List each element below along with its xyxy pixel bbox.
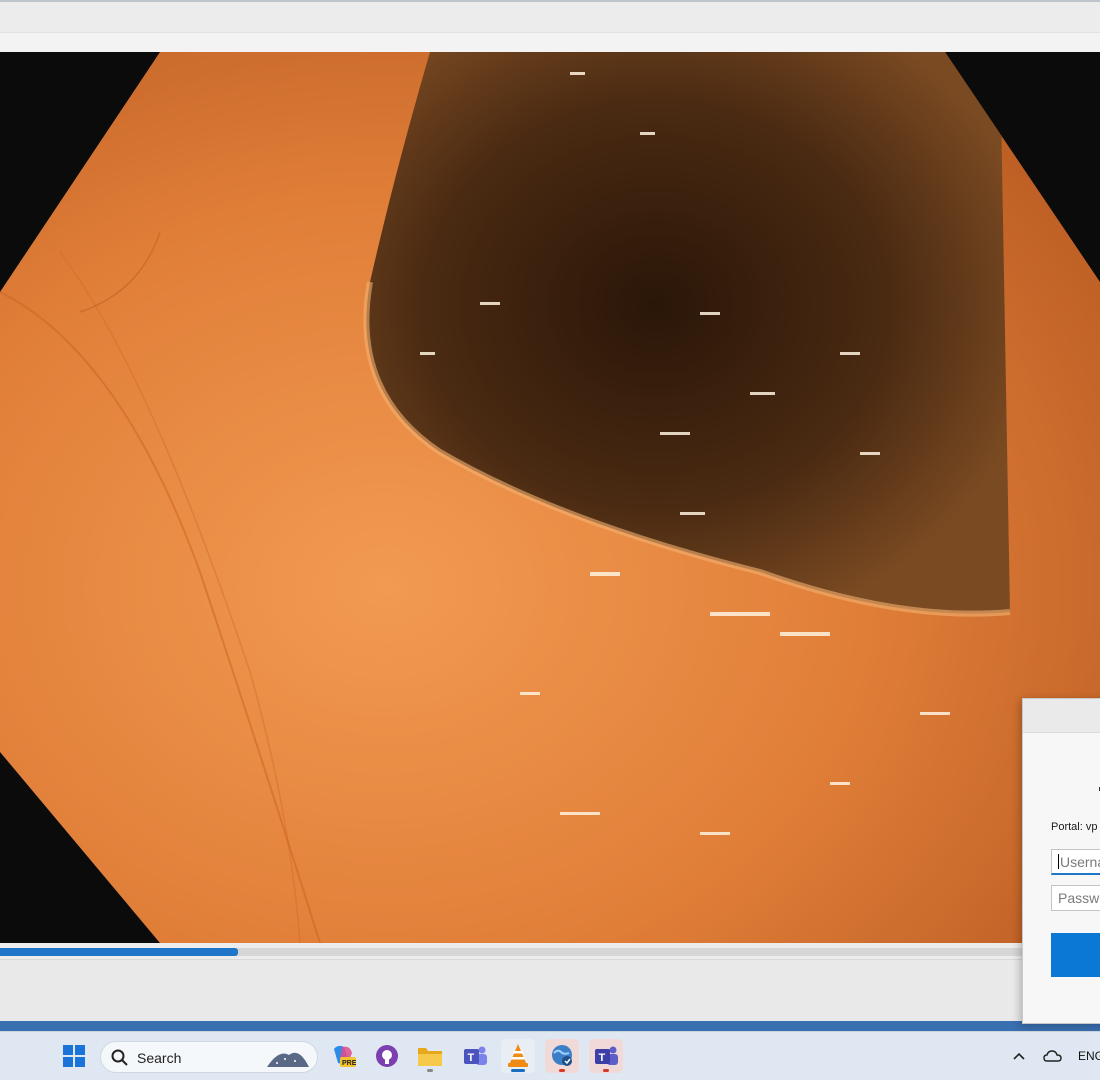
svg-text:T: T: [599, 1052, 606, 1064]
show-hidden-icons-button[interactable]: [1004, 1039, 1034, 1073]
search-icon: [111, 1049, 128, 1066]
browser-icon: [552, 1045, 572, 1066]
copilot-pre-icon: PRE: [334, 1045, 356, 1067]
taskbar-teams-new[interactable]: T: [589, 1039, 623, 1073]
teams-new-icon: T: [595, 1046, 618, 1065]
chevron-up-icon: [1013, 1052, 1025, 1060]
running-indicator: [427, 1069, 433, 1072]
window-bottom-edge: [0, 1021, 1100, 1031]
taskbar-copilot[interactable]: PRE: [326, 1039, 360, 1073]
username-field[interactable]: Userna: [1051, 849, 1100, 875]
taskbar-github[interactable]: [370, 1039, 404, 1073]
connect-button[interactable]: [1051, 933, 1100, 977]
dialog-title-bar[interactable]: [1023, 699, 1100, 733]
text-caret: [1058, 854, 1059, 869]
file-explorer-icon: [418, 1048, 442, 1066]
language-indicator[interactable]: ENG: [1078, 1049, 1100, 1063]
taskbar-vlc[interactable]: [501, 1039, 535, 1073]
endoscopy-video-image: [0, 52, 1100, 943]
active-indicator: [511, 1069, 525, 1072]
taskbar: Search PRE T T ENG: [0, 1031, 1100, 1080]
seek-progress: [0, 948, 238, 956]
portal-label: Portal: vp: [1051, 821, 1098, 833]
github-desktop-icon: [376, 1045, 398, 1067]
svg-text:T: T: [468, 1052, 475, 1064]
windows-start-icon: [63, 1045, 85, 1067]
player-controls-panel: [0, 959, 1100, 1021]
vlc-icon: [508, 1044, 528, 1067]
window-top-bar: [0, 0, 1100, 54]
window-menu-strip: [0, 32, 1100, 54]
teams-icon: T: [464, 1046, 487, 1065]
svg-text:PRE: PRE: [342, 1060, 356, 1067]
username-placeholder: Userna: [1060, 854, 1100, 870]
vpn-login-dialog: Portal: vp Userna Passwo: [1022, 698, 1100, 1024]
password-placeholder: Passwo: [1058, 890, 1100, 906]
attention-indicator: [559, 1069, 565, 1072]
taskbar-search-box[interactable]: Search: [100, 1041, 318, 1073]
search-label: Search: [137, 1050, 182, 1066]
taskbar-teams[interactable]: T: [458, 1039, 492, 1073]
taskbar-file-explorer[interactable]: [413, 1039, 447, 1073]
start-button[interactable]: [57, 1039, 91, 1073]
seek-track[interactable]: [0, 948, 1100, 956]
search-highlight-icon: [267, 1052, 309, 1067]
onedrive-icon: [1043, 1050, 1062, 1062]
video-frame[interactable]: [0, 52, 1100, 943]
password-field[interactable]: Passwo: [1051, 885, 1100, 911]
attention-indicator: [603, 1069, 609, 1072]
taskbar-browser[interactable]: [545, 1039, 579, 1073]
onedrive-button[interactable]: [1038, 1039, 1068, 1073]
seek-bar[interactable]: [0, 943, 1100, 959]
